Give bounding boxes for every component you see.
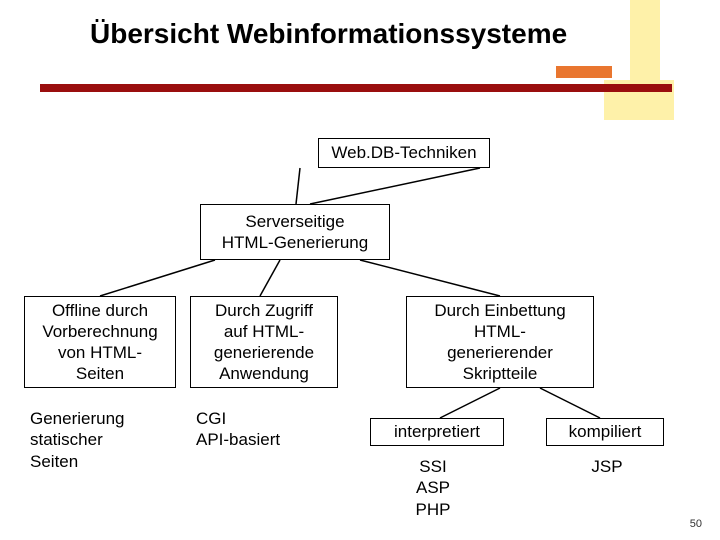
node-static-gen: Generierung statischer Seiten bbox=[30, 408, 125, 472]
node-cgi-api-label: CGI API-basiert bbox=[196, 409, 280, 449]
node-embed-label: Durch Einbettung HTML- generierender Skr… bbox=[434, 300, 565, 385]
node-static-gen-label: Generierung statischer Seiten bbox=[30, 409, 125, 471]
node-interp-examples-label: SSI ASP PHP bbox=[416, 457, 451, 519]
node-access-label: Durch Zugriff auf HTML- generierende Anw… bbox=[214, 300, 314, 385]
node-access: Durch Zugriff auf HTML- generierende Anw… bbox=[190, 296, 338, 388]
node-interpreted: interpretiert bbox=[370, 418, 504, 446]
node-offline-label: Offline durch Vorberechnung von HTML- Se… bbox=[42, 300, 157, 385]
node-offline: Offline durch Vorberechnung von HTML- Se… bbox=[24, 296, 176, 388]
page-number: 50 bbox=[690, 518, 702, 530]
node-compiled-label: kompiliert bbox=[569, 421, 642, 442]
deco-orange-block bbox=[556, 66, 612, 78]
node-root-label: Web.DB-Techniken bbox=[331, 142, 476, 163]
node-compiled-examples: JSP bbox=[582, 456, 632, 477]
node-compiled: kompiliert bbox=[546, 418, 664, 446]
title-rule bbox=[40, 84, 672, 92]
node-root: Web.DB-Techniken bbox=[318, 138, 490, 168]
node-server-side-label: Serverseitige HTML-Generierung bbox=[222, 211, 368, 254]
slide-title: Übersicht Webinformationssysteme bbox=[90, 18, 567, 50]
node-compiled-examples-label: JSP bbox=[591, 457, 622, 476]
node-interpreted-label: interpretiert bbox=[394, 421, 480, 442]
node-embed: Durch Einbettung HTML- generierender Skr… bbox=[406, 296, 594, 388]
node-server-side: Serverseitige HTML-Generierung bbox=[200, 204, 390, 260]
node-interp-examples: SSI ASP PHP bbox=[398, 456, 468, 520]
node-cgi-api: CGI API-basiert bbox=[196, 408, 280, 451]
